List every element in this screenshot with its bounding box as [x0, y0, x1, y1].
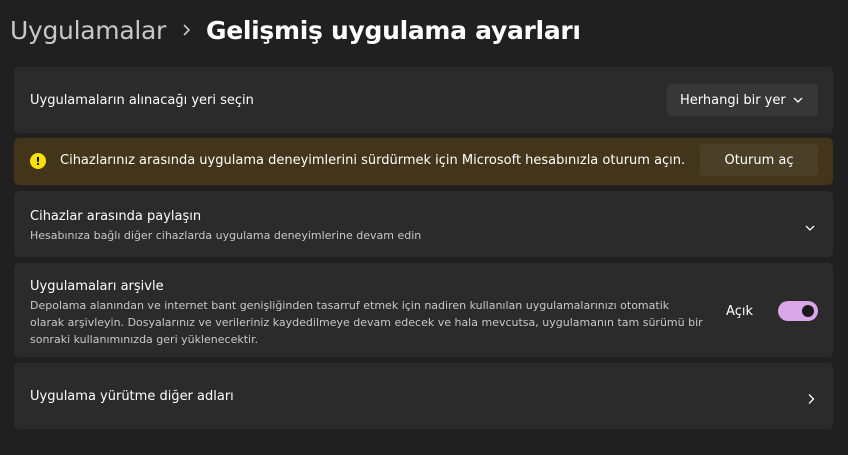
install-source-card: Uygulamaların alınacağı yeri seçin Herha… — [14, 67, 833, 133]
archive-apps-title: Uygulamaları arşivle — [30, 279, 164, 294]
install-source-label: Uygulamaların alınacağı yeri seçin — [30, 93, 254, 108]
archive-apps-toggle-label: Açık — [726, 304, 753, 319]
sign-in-button[interactable]: Oturum aç — [700, 144, 818, 176]
chevron-right-icon — [166, 23, 206, 37]
archive-apps-toggle[interactable] — [778, 301, 818, 321]
share-across-devices-description: Hesabınıza bağlı diğer cihazlarda uygula… — [30, 229, 422, 242]
execution-aliases-title: Uygulama yürütme diğer adları — [30, 389, 234, 404]
breadcrumb: Uygulamalar Gelişmiş uygulama ayarları — [10, 12, 581, 48]
chevron-right-icon — [806, 390, 816, 409]
signin-banner: ! Cihazlarınız arasında uygulama deneyim… — [14, 138, 833, 185]
share-across-devices-card[interactable]: Cihazlar arasında paylaşın Hesabınıza ba… — [14, 191, 833, 257]
chevron-down-icon[interactable] — [804, 218, 816, 237]
chevron-down-icon — [792, 94, 804, 109]
warning-icon: ! — [30, 153, 46, 169]
archive-apps-description: Depolama alanından ve internet bant geni… — [30, 299, 703, 346]
signin-banner-text: Cihazlarınız arasında uygulama deneyimle… — [60, 153, 686, 168]
toggle-knob — [802, 305, 814, 317]
install-source-dropdown[interactable]: Herhangi bir yer — [667, 84, 818, 116]
archive-apps-card: Uygulamaları arşivle Depolama alanından … — [14, 263, 833, 357]
install-source-selected: Herhangi bir yer — [680, 92, 786, 108]
execution-aliases-card[interactable]: Uygulama yürütme diğer adları — [14, 363, 833, 429]
share-across-devices-title: Cihazlar arasında paylaşın — [30, 209, 202, 224]
breadcrumb-parent-link[interactable]: Uygulamalar — [10, 16, 166, 45]
page-title: Gelişmiş uygulama ayarları — [206, 15, 581, 45]
